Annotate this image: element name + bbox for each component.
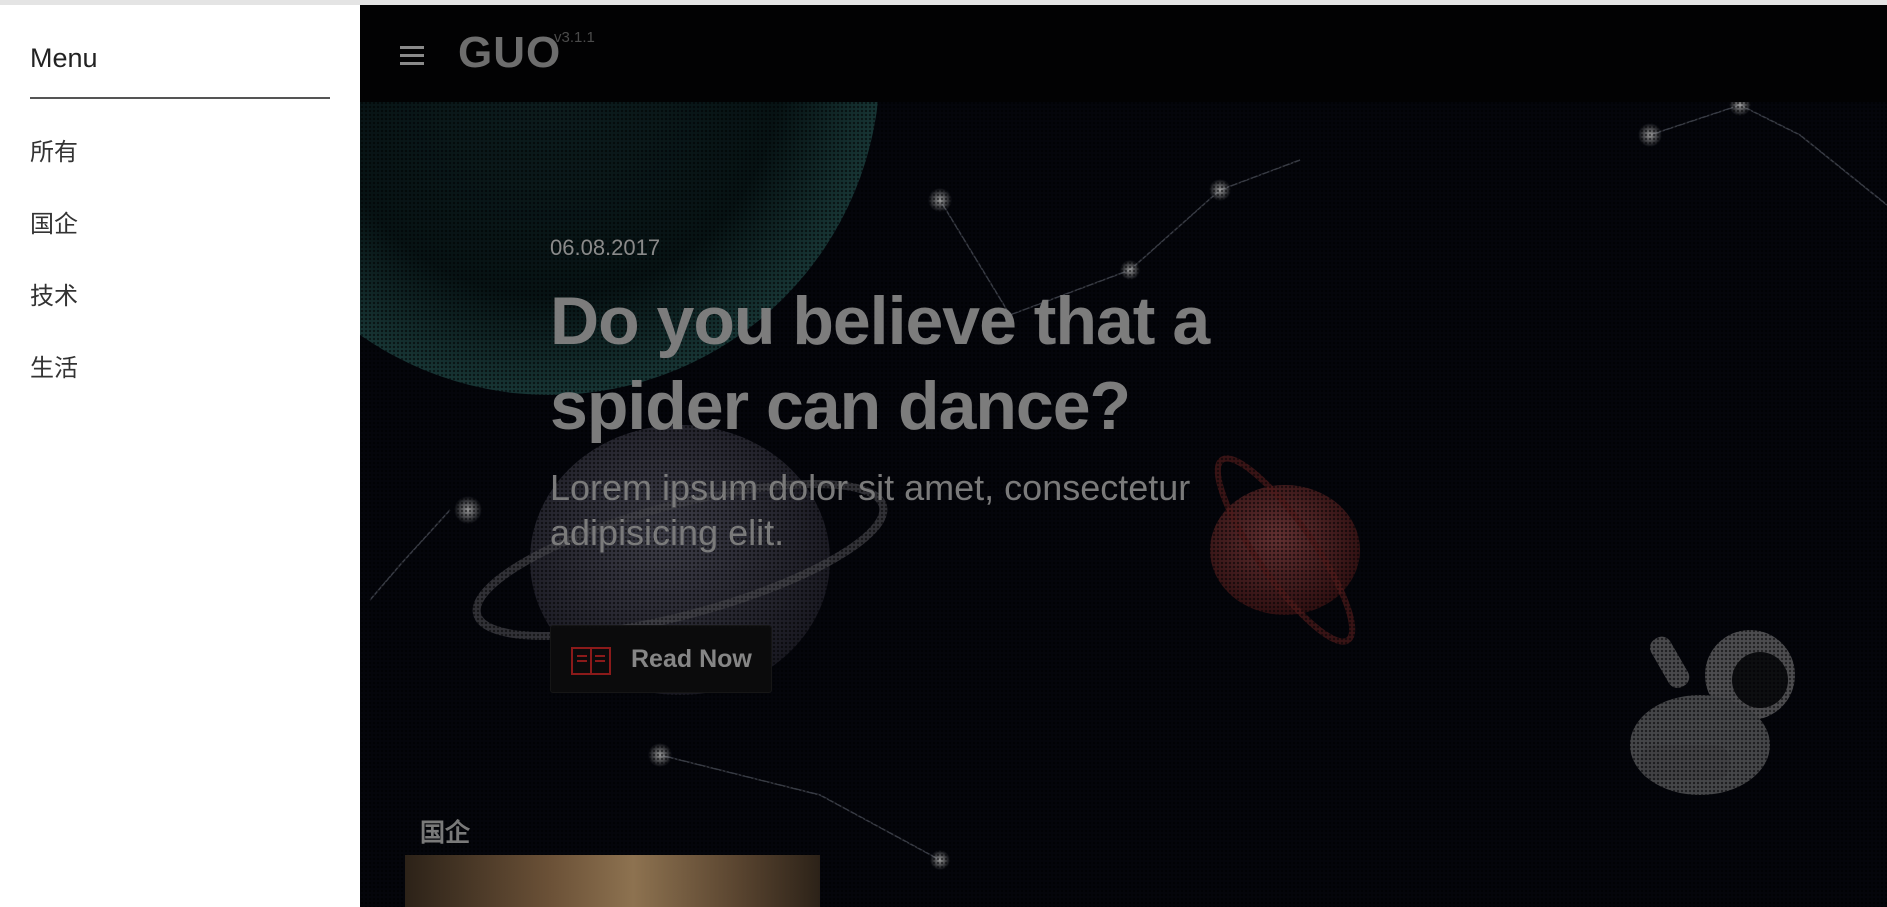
menu-title: Menu [30, 43, 98, 73]
section-heading: 国企 [420, 819, 471, 847]
read-now-button[interactable]: Read Now [550, 625, 772, 693]
menu-divider [30, 97, 330, 99]
sidebar-menu: Menu 所有 国企 技术 生活 [0, 5, 360, 907]
main-content: GUO v3.1.1 06.08.2017 Do you believe tha… [360, 5, 1887, 907]
book-icon [571, 647, 611, 675]
sidebar-item-soe[interactable]: 国企 [30, 207, 78, 279]
sidebar-item-life[interactable]: 生活 [30, 351, 78, 423]
top-bar: GUO v3.1.1 [360, 5, 1887, 102]
hero-headline[interactable]: Do you believe that a spider can dance? [550, 279, 1270, 449]
article-thumbnail[interactable] [405, 855, 820, 907]
hero-date: 06.08.2017 [550, 235, 661, 260]
sidebar-item-all[interactable]: 所有 [30, 135, 78, 207]
sidebar-item-tech[interactable]: 技术 [30, 279, 78, 351]
read-now-label: Read Now [631, 645, 752, 673]
hamburger-icon[interactable] [400, 46, 426, 66]
version-label: v3.1.1 [554, 29, 595, 46]
site-logo[interactable]: GUO [458, 28, 561, 78]
hero-text: 06.08.2017 Do you believe that a spider … [550, 235, 1270, 555]
hero-subtitle: Lorem ipsum dolor sit amet, consectetur … [550, 467, 1191, 553]
menu-list: 所有 国企 技术 生活 [30, 135, 78, 423]
